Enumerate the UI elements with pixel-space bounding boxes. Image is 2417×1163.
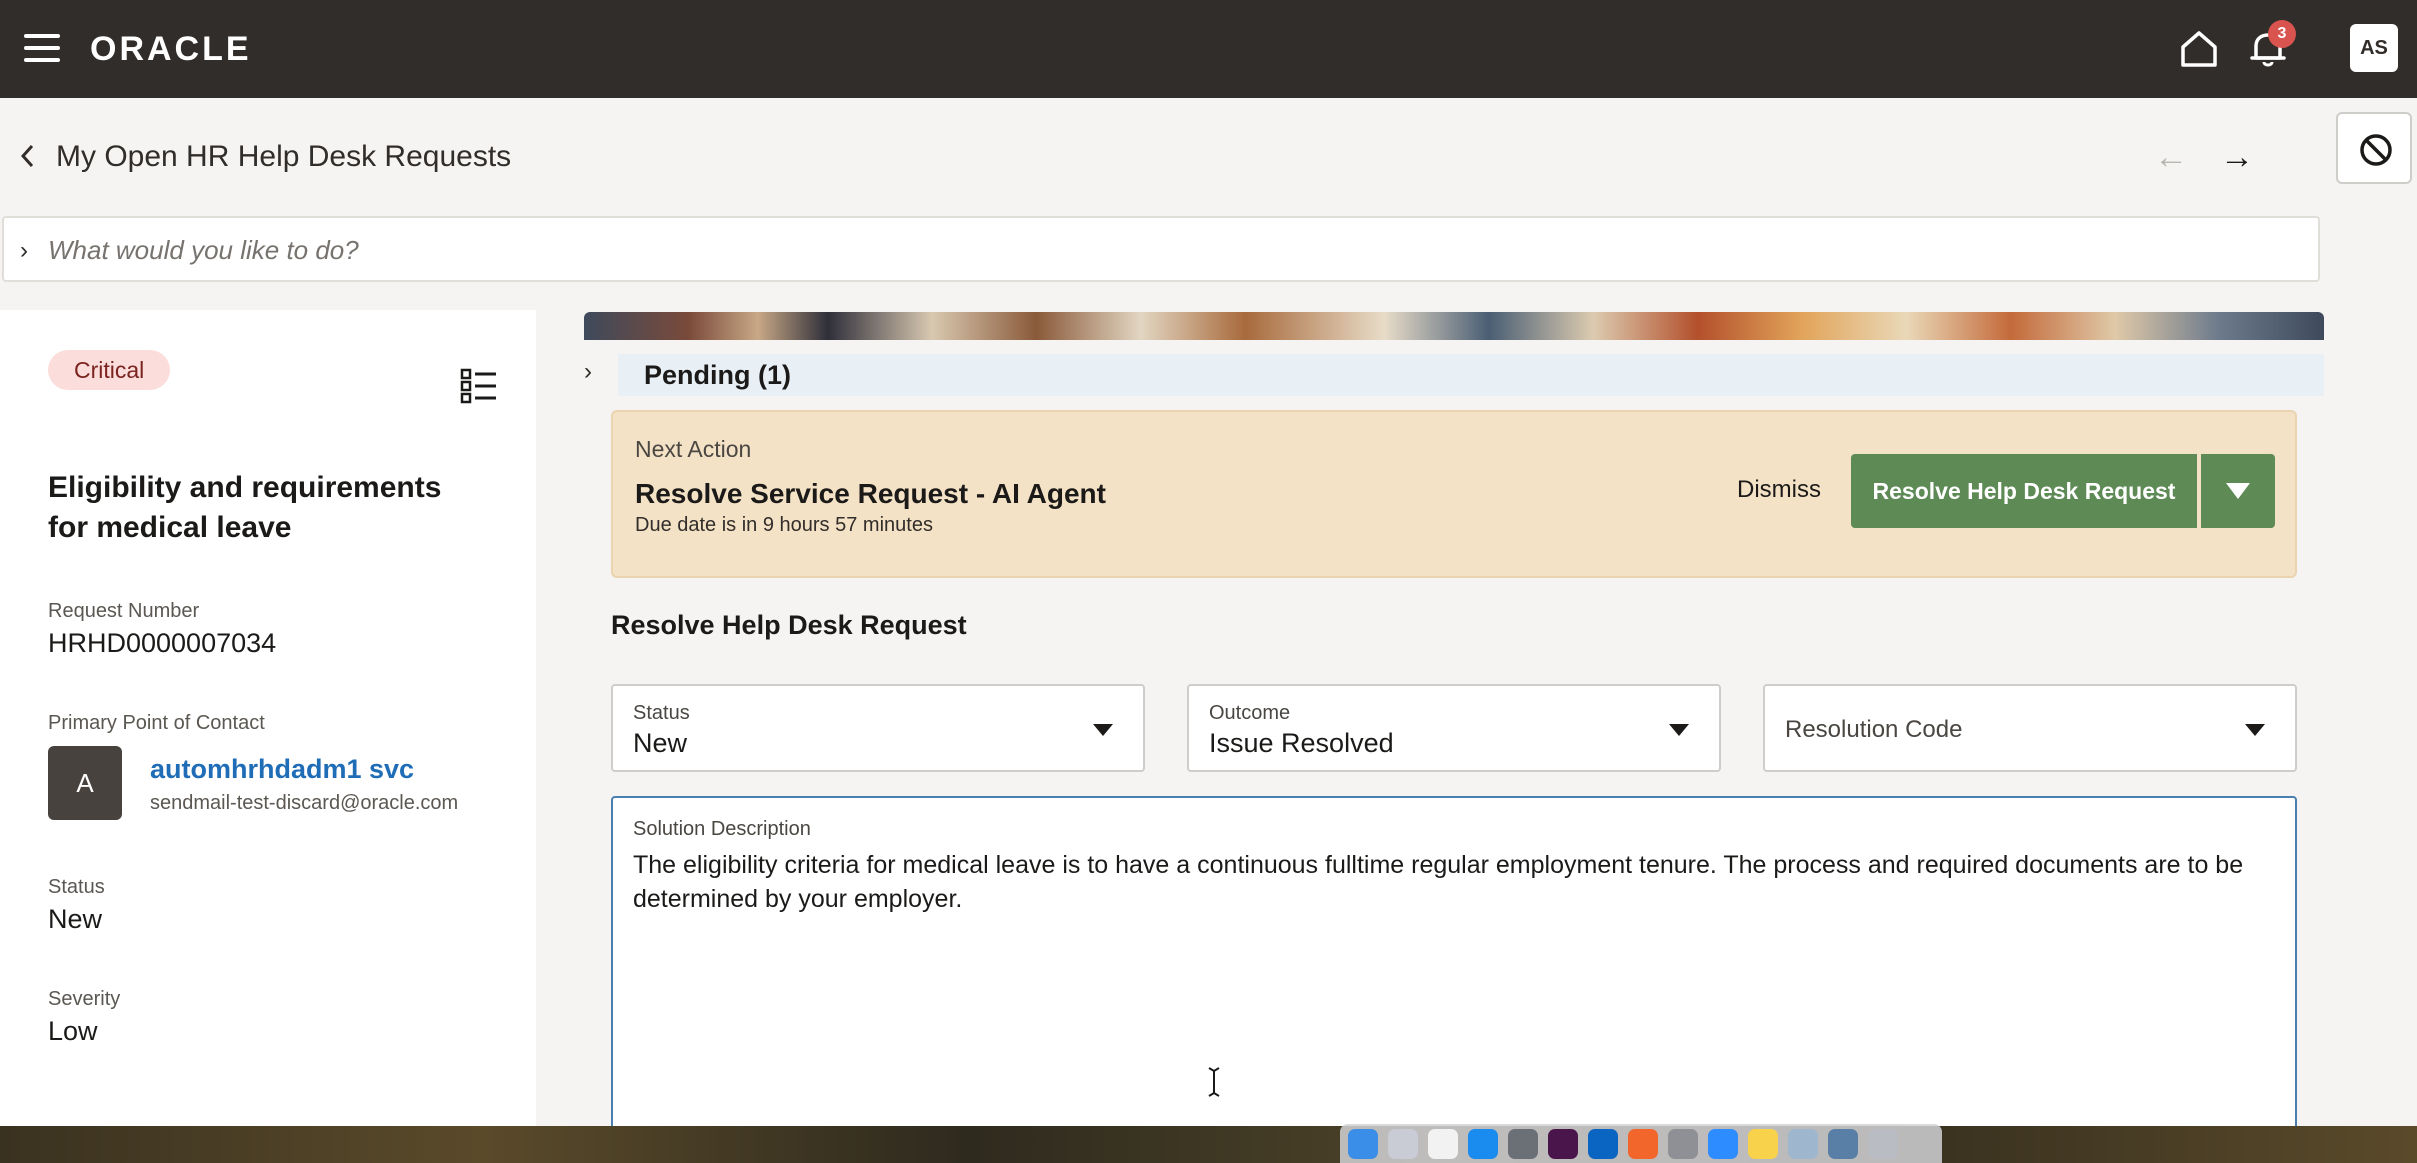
home-icon[interactable]: [2178, 28, 2220, 70]
global-header: ORACLE 3 AS: [0, 0, 2417, 98]
slack-icon[interactable]: [1548, 1128, 1578, 1159]
pending-section-header[interactable]: ›: [584, 354, 2324, 396]
ask-bar: ›: [2, 216, 2320, 282]
contact-email: sendmail-test-discard@oracle.com: [150, 792, 459, 814]
chevron-right-icon[interactable]: ›: [584, 358, 592, 386]
launchpad-icon[interactable]: [1388, 1128, 1418, 1159]
priority-badge: Critical: [48, 350, 171, 390]
next-action-due-date: Due date is in 9 hours 57 minutes: [635, 514, 933, 536]
user-avatar[interactable]: AS: [2350, 24, 2398, 72]
status-select[interactable]: Status New: [611, 684, 1145, 772]
macos-dock: [1340, 1124, 1942, 1163]
pending-bar: [618, 354, 2324, 396]
next-record-arrow-icon[interactable]: →: [2220, 138, 2254, 177]
next-action-card: Next Action Resolve Service Request - AI…: [611, 410, 2297, 578]
freeform-icon[interactable]: [1428, 1128, 1458, 1159]
resolve-help-desk-request-button[interactable]: Resolve Help Desk Request: [1851, 454, 2197, 528]
text-cursor-icon: [1208, 1067, 1220, 1097]
menu-icon[interactable]: [24, 34, 60, 64]
prohibit-icon: [2360, 134, 2392, 166]
chrome-icon[interactable]: [1508, 1128, 1538, 1159]
solution-description-text: The eligibility criteria for medical lea…: [633, 851, 2244, 913]
request-title: Eligibility and requirements for medical…: [48, 471, 442, 544]
resolution-code-select[interactable]: Resolution Code: [1763, 684, 2297, 772]
next-action-label: Next Action: [635, 436, 752, 462]
outcome-select[interactable]: Outcome Issue Resolved: [1187, 684, 1721, 772]
status-value: New: [48, 904, 103, 934]
caret-down-icon: [1093, 724, 1113, 736]
status-select-value: New: [633, 728, 688, 758]
outcome-select-value: Issue Resolved: [1209, 728, 1394, 758]
severity-label: Severity: [48, 988, 121, 1010]
next-action-title: Resolve Service Request - AI Agent: [635, 478, 1106, 509]
details-list-icon[interactable]: [460, 368, 498, 404]
system-settings-icon[interactable]: [1668, 1128, 1698, 1159]
request-number-label: Request Number: [48, 600, 200, 622]
solution-description-textarea[interactable]: Solution Description The eligibility cri…: [611, 796, 2297, 1136]
contact-name-link[interactable]: automhrhdadm1 svc: [150, 754, 414, 785]
resolve-section-title: Resolve Help Desk Request: [611, 610, 967, 640]
desktop-wallpaper: [0, 1126, 2417, 1163]
zoom-icon[interactable]: [1708, 1128, 1738, 1159]
caret-down-icon: [1669, 724, 1689, 736]
resolve-options-dropdown-button[interactable]: [2201, 454, 2275, 528]
preview-icon[interactable]: [1788, 1128, 1818, 1159]
cancel-request-button[interactable]: [2336, 112, 2412, 184]
request-number: HRHD0000007034: [48, 628, 277, 658]
contact-label: Primary Point of Contact: [48, 712, 265, 734]
quicktime-icon[interactable]: [1828, 1128, 1858, 1159]
severity-value: Low: [48, 1016, 98, 1046]
page-title: My Open HR Help Desk Requests: [56, 140, 512, 173]
resolution-code-placeholder: Resolution Code: [1785, 716, 1963, 743]
previous-record-arrow-icon[interactable]: ←: [2154, 138, 2188, 177]
dismiss-button[interactable]: Dismiss: [1737, 476, 1821, 504]
request-summary-panel: Critical Eligibility and requirements fo…: [0, 310, 536, 1126]
page-header: My Open HR Help Desk Requests ← →: [0, 98, 2417, 216]
app-window: ORACLE 3 AS My Open HR Help Desk Request…: [0, 0, 2417, 1163]
notification-count-badge: 3: [2268, 20, 2296, 48]
solution-description-label: Solution Description: [633, 818, 811, 840]
outlook-icon[interactable]: [1588, 1128, 1618, 1159]
app-store-icon[interactable]: [1468, 1128, 1498, 1159]
chevron-right-icon[interactable]: ›: [20, 237, 28, 265]
caret-down-icon: [2226, 483, 2250, 499]
trash-icon[interactable]: [1868, 1128, 1898, 1159]
outcome-select-label: Outcome: [1209, 702, 1291, 724]
firefox-icon[interactable]: [1628, 1128, 1658, 1159]
oracle-logo: ORACLE: [90, 30, 252, 68]
caret-down-icon: [2245, 724, 2265, 736]
finder-icon[interactable]: [1348, 1128, 1378, 1159]
status-select-label: Status: [633, 702, 690, 724]
pending-label: Pending (1): [644, 360, 791, 390]
status-label: Status: [48, 876, 105, 898]
contact-avatar: A: [48, 746, 122, 820]
notes-icon[interactable]: [1748, 1128, 1778, 1159]
decorative-banner: [584, 312, 2324, 340]
back-chevron-icon[interactable]: [16, 141, 40, 171]
ask-input[interactable]: [48, 228, 2248, 272]
